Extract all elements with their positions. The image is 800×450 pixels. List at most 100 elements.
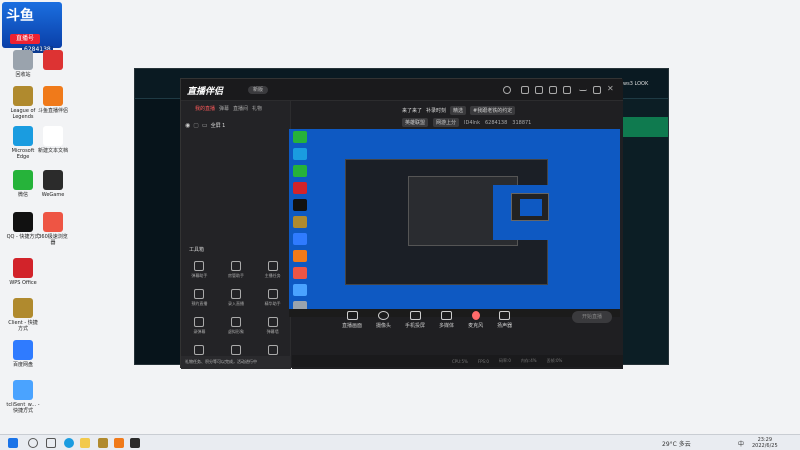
tab-my-live[interactable]: 我的直播 <box>195 105 215 112</box>
preview-icon <box>293 267 307 279</box>
preview-icon <box>293 199 307 211</box>
tool-item[interactable]: 房管助手 <box>218 261 255 279</box>
desktop-icon-shortcut[interactable] <box>36 50 70 72</box>
clock[interactable]: 23:29 2022/6/25 <box>752 437 778 449</box>
camera-button[interactable]: 摄像头 <box>376 311 391 329</box>
close-icon[interactable]: ✕ <box>607 85 615 94</box>
tool-item[interactable]: 录弹幕 <box>181 317 218 335</box>
search-icon[interactable] <box>28 438 38 448</box>
eye-icon[interactable]: ◉ <box>185 122 190 129</box>
minimize-icon[interactable] <box>579 86 587 91</box>
version-badge[interactable]: 新版 <box>248 86 268 94</box>
preview-desktop-icons <box>293 131 311 317</box>
input-language[interactable]: 中 <box>738 439 744 448</box>
tool-icon <box>267 261 278 271</box>
notice-icon[interactable] <box>521 86 529 94</box>
stat-fps: FPS:0 <box>477 358 489 364</box>
tab-danmaku[interactable]: 弹幕 <box>219 105 229 112</box>
phone-cast-button[interactable]: 手机投屏 <box>405 311 425 329</box>
room-pill[interactable]: 精选 <box>450 106 467 115</box>
desktop-icon-360-browser[interactable]: 360极速浏览器 <box>36 212 70 246</box>
tool-icon <box>194 261 205 271</box>
tool-icon <box>230 345 241 355</box>
stat-mem: 内存:4% <box>520 358 537 363</box>
lock-icon[interactable]: ▢ <box>193 122 199 129</box>
desktop-icon-league-of-legends[interactable]: League of Legends <box>6 86 40 120</box>
edge-icon[interactable] <box>64 438 74 448</box>
desktop-icon-douyu-live[interactable]: 斗鱼直播伴侣 <box>36 86 70 114</box>
desktop-icon-wegame[interactable]: WeGame <box>36 170 70 198</box>
scene-item[interactable]: ◉ ▢ ▭ 全屏 1 <box>185 121 285 129</box>
toolbox-grid: 弹幕助手 房管助手 主播任务预约直播 录入直播 精华助手录弹幕 虚拟形象 弹幕墙 <box>181 261 291 357</box>
desktop-icon-label: WeGame <box>41 192 65 198</box>
tool-item[interactable]: 主播任务 <box>254 261 291 279</box>
notice-bar[interactable]: 礼物任务、积分等可以完成，活动进行中 <box>181 356 291 369</box>
tool-label: 弹幕墙 <box>266 329 279 334</box>
desktop-icon-wps[interactable]: WPS Office <box>6 258 40 286</box>
weather[interactable]: 29°C 多云 <box>662 439 691 448</box>
tool-item[interactable]: 虚拟形象 <box>218 317 255 335</box>
preview-nested-window <box>345 159 571 285</box>
task-view-icon[interactable] <box>46 438 56 448</box>
obs-left-panel: 我的直播 弹幕 直播间 礼物 ◉ ▢ ▭ 全屏 1 工具箱 弹幕助手 房管助手 主播… <box>181 101 291 369</box>
room-subcategory[interactable]: 网游上分 <box>433 118 460 127</box>
game-green-bar <box>621 117 668 137</box>
toolbox-title: 工具箱 <box>189 247 205 253</box>
room-title-text-2[interactable]: 补录时刻 <box>426 107 446 114</box>
settings-icon[interactable] <box>563 86 571 94</box>
room-title-text[interactable]: 来了来了 <box>402 107 422 114</box>
desktop-icon-edge[interactable]: Microsoft Edge <box>6 126 40 160</box>
preview-icon <box>293 148 307 160</box>
live-streaming-window[interactable]: 直播伴侣 新版 ✕ 我的直播 弹幕 直播间 礼物 ◉ ▢ ▭ 全屏 1 工具箱 … <box>180 78 623 369</box>
tab-gift[interactable]: 礼物 <box>252 105 262 112</box>
maximize-icon[interactable] <box>593 86 601 94</box>
left-tabs: 我的直播 弹幕 直播间 礼物 <box>181 101 291 115</box>
stats-bar: CPU:5% FPS:0 码率:0 内存:4% 丢帧:0% <box>292 355 623 367</box>
wechat-icon <box>13 170 33 190</box>
game-right-label: ws3 LOOK <box>623 81 649 87</box>
desktop-icon-qq[interactable]: QQ - 快捷方式 <box>6 212 40 240</box>
game-right-panel <box>621 99 668 364</box>
media-button[interactable]: 多媒体 <box>439 311 454 329</box>
tool-icon <box>267 317 278 327</box>
douyu-banner[interactable]: 斗鱼 直播号 6284138 <box>2 2 62 53</box>
tool-item[interactable]: 预约直播 <box>181 289 218 307</box>
start-live-button[interactable]: 开始直播 <box>572 311 612 323</box>
desktop-icon-label: 斗鱼直播伴侣 <box>37 108 68 114</box>
tool-item[interactable]: 弹幕墙 <box>254 317 291 335</box>
wegame-icon[interactable] <box>130 438 140 448</box>
phone-label: 手机投屏 <box>405 323 426 329</box>
douyu-icon[interactable] <box>114 438 124 448</box>
desktop-icon-client[interactable]: Client - 快捷方式 <box>6 298 40 332</box>
mic-button[interactable]: 麦克风 <box>468 311 483 329</box>
desktop-icon-baidu-netdisk[interactable]: 百度网盘 <box>6 340 40 368</box>
screen-source-button[interactable]: 直播画面 <box>342 311 362 329</box>
tool-item[interactable]: 录入直播 <box>218 289 255 307</box>
preview-nested-inner <box>408 176 571 246</box>
desktop-icon-label: Client - 快捷方式 <box>8 320 38 332</box>
desktop-icon-tcli[interactable]: tcliSent_w... - 快捷方式 <box>6 380 40 414</box>
tool-item[interactable]: 精华助手 <box>254 289 291 307</box>
tool-item[interactable]: 弹幕助手 <box>181 261 218 279</box>
room-category[interactable]: 英雄联盟 <box>402 118 429 127</box>
preview-icon <box>293 250 307 262</box>
message-icon[interactable] <box>535 86 543 94</box>
phone-icon <box>409 311 421 320</box>
desktop-icon-recycle-bin[interactable]: 回收站 <box>6 50 40 78</box>
desktop-icon-label: Microsoft Edge <box>11 148 35 160</box>
desktop-icon-new-text[interactable]: 新建文本文档 <box>36 126 70 154</box>
preview-nested-blue <box>493 185 571 240</box>
desktop-icon-label: 回收站 <box>15 72 31 78</box>
tab-room[interactable]: 直播间 <box>233 105 248 112</box>
desktop-icon-wechat[interactable]: 微信 <box>6 170 40 198</box>
live-preview[interactable] <box>289 129 620 317</box>
room-pill-2[interactable]: #我跟老铁的约定 <box>470 106 516 115</box>
tcli-icon <box>13 380 33 400</box>
avatar[interactable] <box>503 86 511 94</box>
start-icon[interactable] <box>8 438 18 448</box>
explorer-icon[interactable] <box>80 438 90 448</box>
lol-icon[interactable] <box>98 438 108 448</box>
gift-icon[interactable] <box>549 86 557 94</box>
clock-date: 2022/6/25 <box>752 443 778 449</box>
speaker-button[interactable]: 扬声器 <box>497 311 512 329</box>
